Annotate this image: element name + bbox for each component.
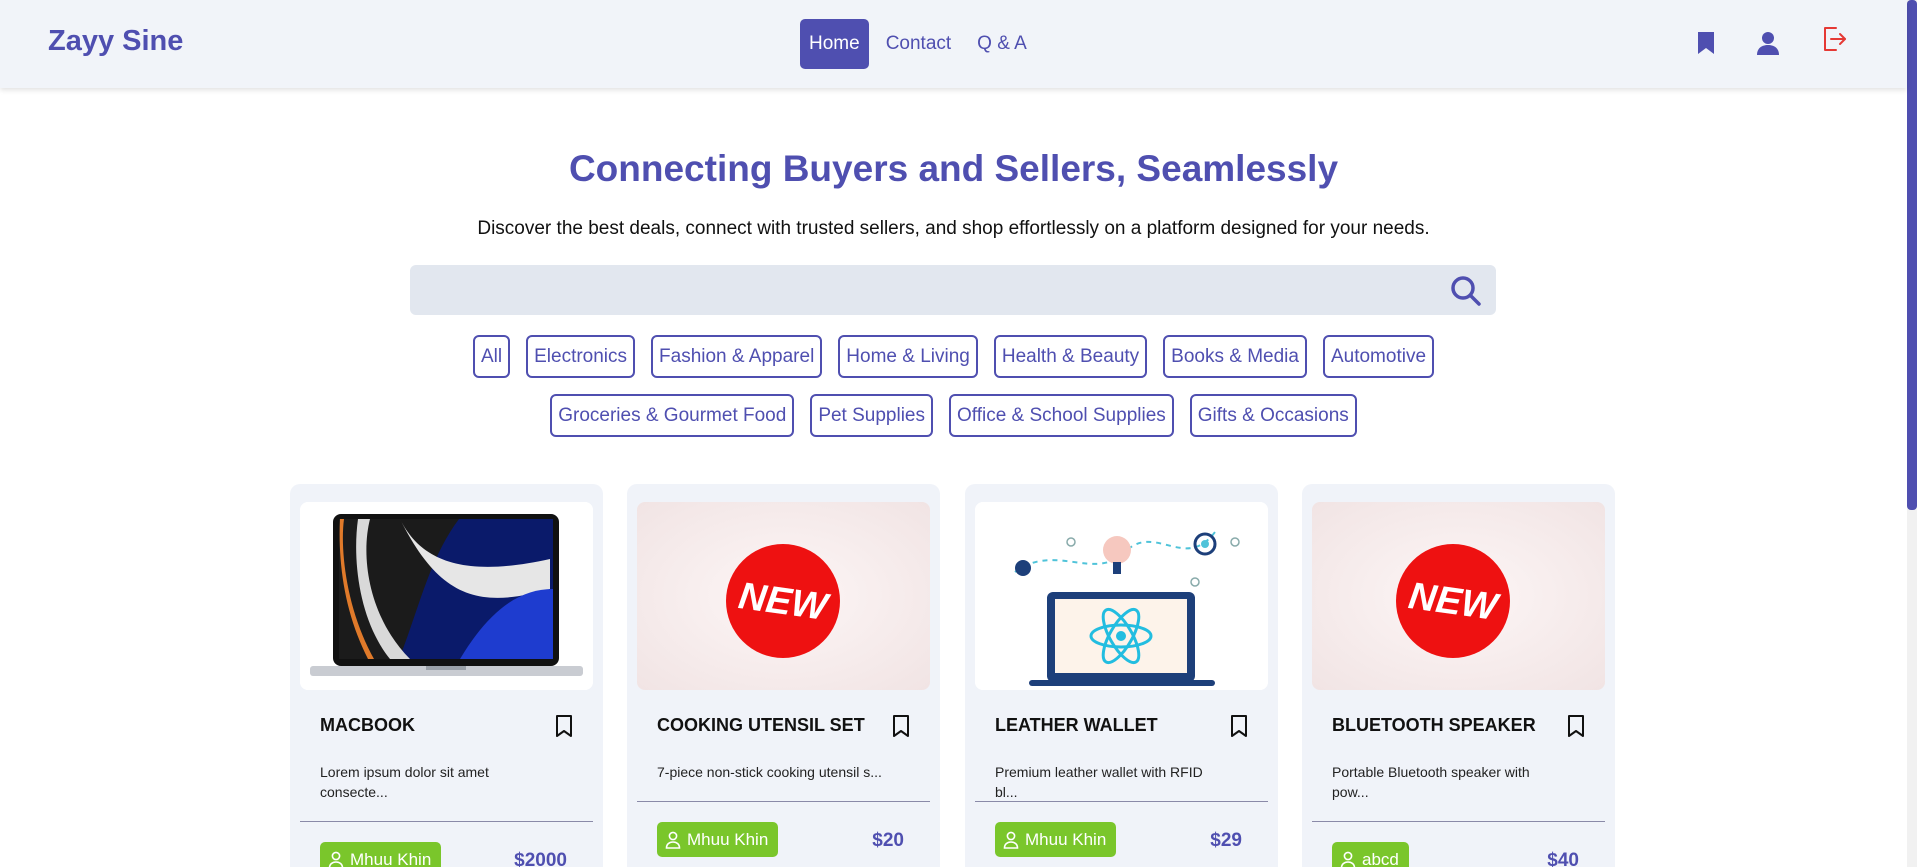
product-price: $20 — [872, 830, 904, 851]
nav-home[interactable]: Home — [800, 19, 869, 69]
product-image-new-badge[interactable]: NEW — [1312, 502, 1605, 690]
product-image-laptop[interactable] — [300, 502, 593, 690]
scrollbar-thumb[interactable] — [1907, 0, 1917, 510]
search-bar — [410, 265, 1496, 315]
category-groceries[interactable]: Groceries & Gourmet Food — [550, 394, 795, 437]
product-title[interactable]: MACBOOK — [320, 715, 415, 736]
product-price: $40 — [1547, 850, 1579, 867]
search-icon — [1451, 276, 1481, 306]
seller-badge[interactable]: Mhuu Khin — [320, 842, 442, 867]
category-gifts[interactable]: Gifts & Occasions — [1189, 394, 1357, 437]
product-card[interactable]: MACBOOK Lorem ipsum dolor sit amet conse… — [290, 484, 603, 867]
product-description: Lorem ipsum dolor sit amet consecte... — [320, 764, 489, 800]
user-icon — [665, 831, 681, 849]
seller-badge[interactable]: abcd — [1332, 842, 1409, 867]
hero-subtitle: Discover the best deals, connect with tr… — [477, 218, 1430, 239]
nav-links: Home Contact Q & A — [800, 19, 1044, 69]
product-description: 7-piece non-stick cooking utensil s... — [657, 764, 882, 780]
seller-name: Mhuu Khin — [350, 850, 432, 867]
seller-name: Mhuu Khin — [687, 830, 769, 849]
card-divider — [637, 801, 930, 802]
category-row-2: Groceries & Gourmet Food Pet Supplies Of… — [0, 394, 1907, 437]
product-image-new-badge[interactable]: NEW — [637, 502, 930, 690]
navbar: Zayy Sine Home Contact Q & A — [0, 0, 1907, 88]
seller-badge[interactable]: Mhuu Khin — [657, 822, 779, 857]
category-pet-supplies[interactable]: Pet Supplies — [810, 394, 933, 437]
product-card[interactable]: NEW COOKING UTENSIL SET 7-piece non-stic… — [627, 484, 940, 867]
category-office-school[interactable]: Office & School Supplies — [949, 394, 1174, 437]
product-description: Portable Bluetooth speaker with pow... — [1332, 764, 1530, 800]
bookmark-icon[interactable] — [890, 714, 914, 738]
bookmark-icon[interactable] — [553, 714, 577, 738]
user-icon[interactable] — [1751, 26, 1785, 60]
product-image-react-illustration[interactable] — [975, 502, 1268, 690]
category-all[interactable]: All — [472, 335, 511, 378]
product-title[interactable]: BLUETOOTH SPEAKER — [1332, 715, 1536, 736]
nav-contact[interactable]: Contact — [877, 19, 960, 69]
brand-logo[interactable]: Zayy Sine — [48, 25, 183, 58]
category-fashion-apparel[interactable]: Fashion & Apparel — [651, 335, 823, 378]
hero-title: Connecting Buyers and Sellers, Seamlessl… — [568, 148, 1339, 189]
product-card[interactable]: NEW BLUETOOTH SPEAKER Portable Bluetooth… — [1302, 484, 1615, 867]
user-icon — [1340, 851, 1356, 867]
seller-name: abcd — [1362, 850, 1399, 867]
product-price: $2000 — [514, 850, 567, 867]
card-divider — [300, 821, 593, 822]
bookmark-icon[interactable] — [1228, 714, 1252, 738]
product-description: Premium leather wallet with RFID bl... — [995, 764, 1203, 800]
card-divider — [975, 801, 1268, 802]
category-health-beauty[interactable]: Health & Beauty — [993, 335, 1148, 378]
category-electronics[interactable]: Electronics — [526, 335, 636, 378]
nav-qa[interactable]: Q & A — [968, 19, 1036, 69]
user-icon — [328, 851, 344, 867]
bookmarks-icon[interactable] — [1689, 26, 1723, 60]
seller-name: Mhuu Khin — [1025, 830, 1107, 849]
seller-badge[interactable]: Mhuu Khin — [995, 822, 1117, 857]
product-price: $29 — [1210, 830, 1242, 851]
product-card[interactable]: LEATHER WALLET Premium leather wallet wi… — [965, 484, 1278, 867]
search-input[interactable] — [410, 265, 1440, 315]
bookmark-icon[interactable] — [1565, 714, 1589, 738]
category-row-1: All Electronics Fashion & Apparel Home &… — [0, 335, 1907, 378]
search-button[interactable] — [1448, 273, 1484, 309]
category-automotive[interactable]: Automotive — [1322, 335, 1435, 378]
logout-icon[interactable] — [1817, 22, 1851, 56]
category-home-living[interactable]: Home & Living — [838, 335, 978, 378]
card-divider — [1312, 821, 1605, 822]
category-books-media[interactable]: Books & Media — [1163, 335, 1307, 378]
page-scrollbar[interactable] — [1907, 0, 1917, 867]
user-icon — [1003, 831, 1019, 849]
product-title[interactable]: LEATHER WALLET — [995, 715, 1158, 736]
product-title[interactable]: COOKING UTENSIL SET — [657, 715, 865, 736]
